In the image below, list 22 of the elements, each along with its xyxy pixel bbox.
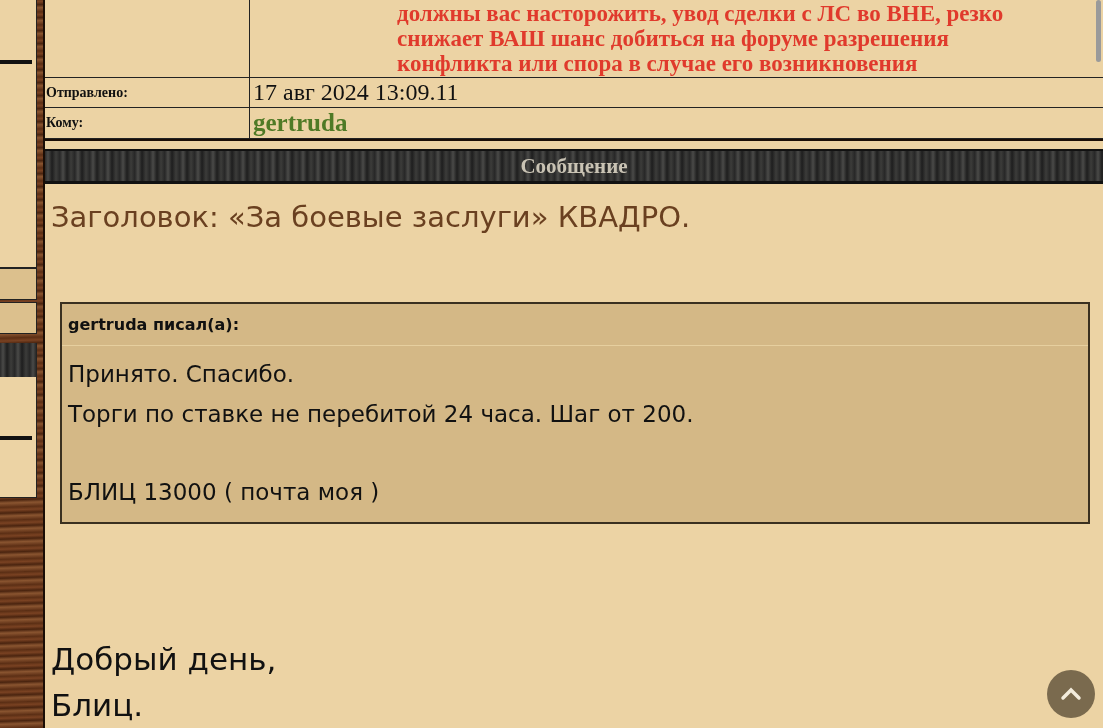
quote-text: Торги по ставке не перебитой 24 часа. Шаг от 200. (68, 400, 695, 429)
warning-text: должны вас насторожить, увод сделки с ЛС во ВНЕ, резко (397, 1, 1005, 26)
field-label: Отправлено: (46, 84, 128, 101)
message-subject: Заголовок: «За боевые заслуги» КВАДРО. (51, 200, 692, 234)
quote-author: gertruda писал(а): (68, 315, 240, 334)
recipient-link[interactable]: gertruda (253, 109, 348, 137)
sidebar-header (0, 343, 37, 377)
message-banner: Сообщение (45, 149, 1103, 184)
sidebar-row (0, 302, 37, 334)
scroll-top-button[interactable] (1047, 670, 1095, 718)
message-text: Добрый день, (51, 640, 277, 679)
chevron-up-icon (1060, 687, 1082, 701)
quote-text: БЛИЦ 13000 ( почта моя ) (68, 478, 381, 507)
quote-text: Принято. Спасибо. (68, 360, 296, 389)
warning-text: снижает ВАШ шанс добиться на форуме разрешения (397, 26, 950, 51)
message-text: Блиц. (51, 686, 144, 725)
field-label: Кому: (46, 115, 84, 131)
dash-mark (0, 60, 32, 64)
sent-date: 17 авг 2024 13:09.11 (253, 79, 459, 106)
scrollbar[interactable] (1096, 0, 1101, 62)
warning-text: конфликта или спора в случае его возникновения (397, 51, 919, 76)
dash-mark (0, 436, 32, 440)
